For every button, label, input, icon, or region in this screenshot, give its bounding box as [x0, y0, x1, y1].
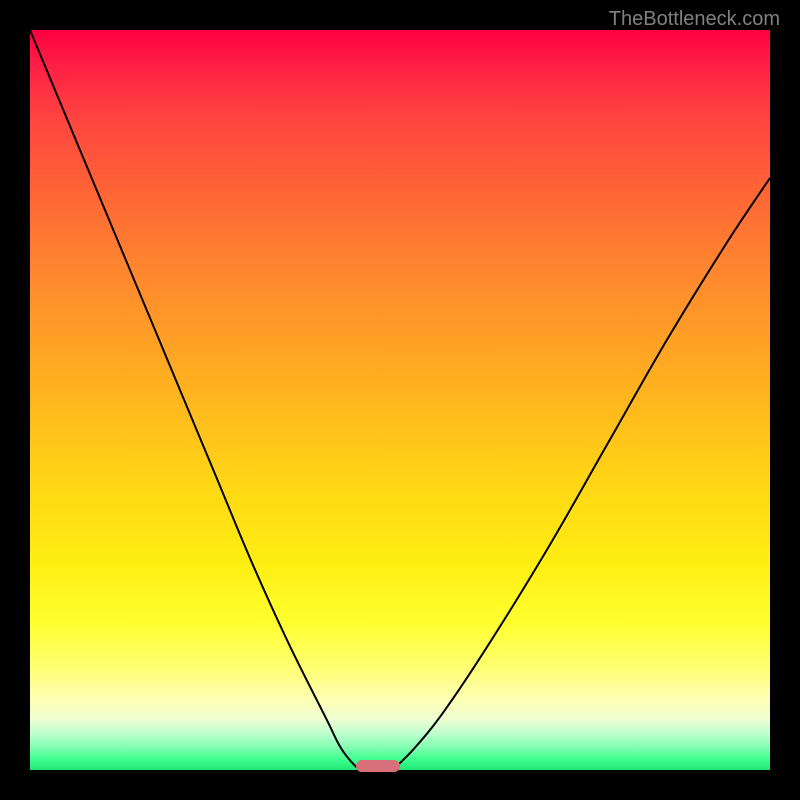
chart-plot-area [30, 30, 770, 770]
chart-curves [30, 30, 770, 770]
bottleneck-marker [356, 760, 400, 772]
curve-right [393, 178, 770, 770]
watermark-text: TheBottleneck.com [609, 8, 780, 31]
curve-left [30, 30, 363, 770]
